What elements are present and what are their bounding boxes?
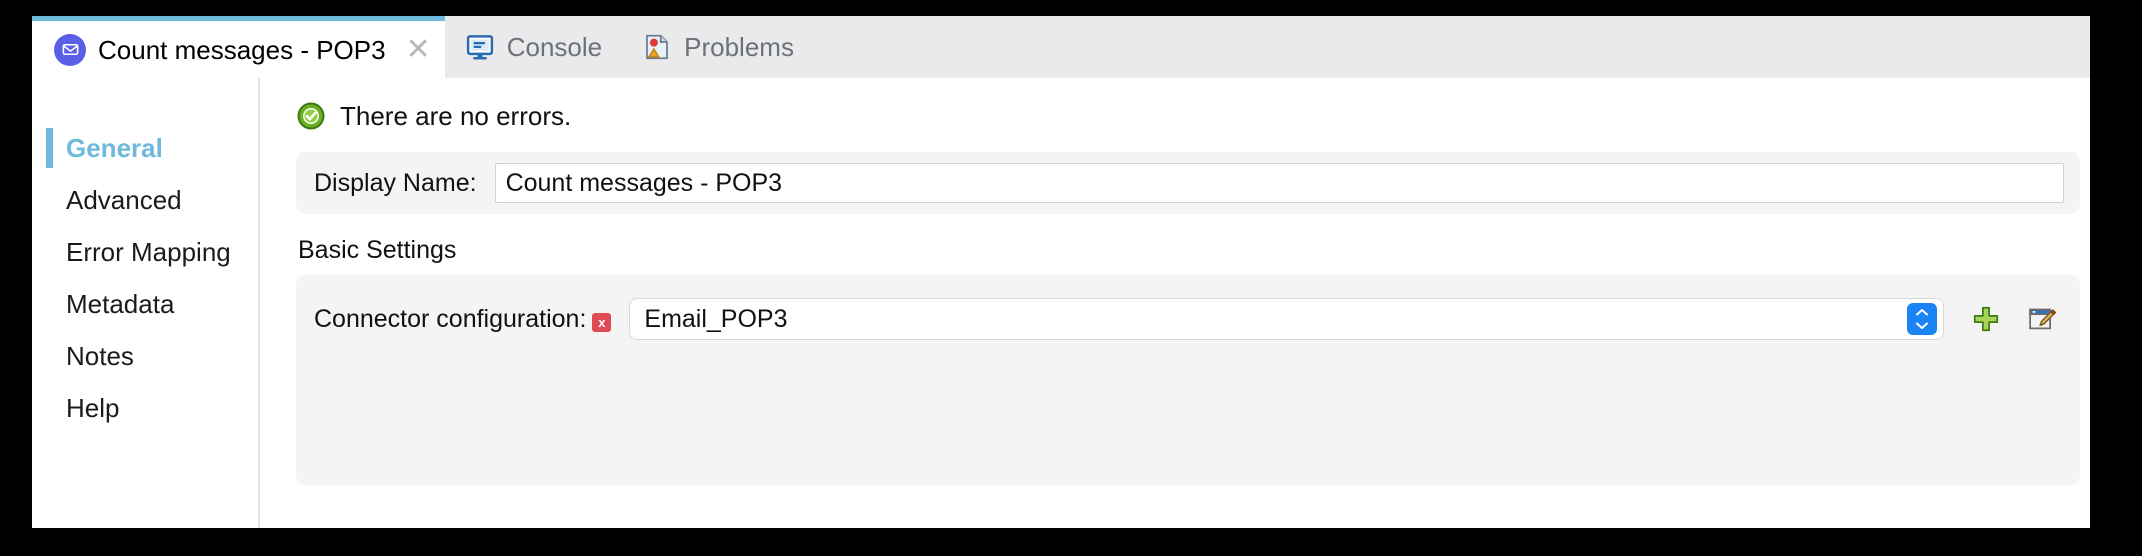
display-name-panel: Display Name: Count messages - POP3 xyxy=(296,152,2080,214)
plus-icon[interactable] xyxy=(1970,303,2002,335)
tab-label: Problems xyxy=(684,32,794,62)
envelope-icon xyxy=(54,33,86,66)
application-window: Count messages - POP3 ✕ Console Problems… xyxy=(0,0,2142,556)
console-monitor-icon xyxy=(465,32,495,62)
sidebar-item-notes[interactable]: Notes xyxy=(32,330,258,382)
sidebar-item-label: Metadata xyxy=(66,288,175,319)
tab-problems[interactable]: Problems xyxy=(622,16,814,78)
editor-tab-bar: Count messages - POP3 ✕ Console Problems xyxy=(32,16,2090,78)
close-icon[interactable]: ✕ xyxy=(406,34,431,65)
basic-settings-panel: Connector configuration: x Email_POP3 xyxy=(296,275,2080,485)
connector-selected-value: Email_POP3 xyxy=(644,304,788,333)
connector-label-group: Connector configuration: x xyxy=(314,304,612,334)
status-message: There are no errors. xyxy=(340,100,572,131)
editor-body: General Advanced Error Mapping Metadata … xyxy=(32,78,2090,528)
display-name-label: Display Name: xyxy=(314,168,477,197)
sidebar-item-metadata[interactable]: Metadata xyxy=(32,278,258,330)
sidebar-item-label: Notes xyxy=(66,340,134,371)
sidebar-item-help[interactable]: Help xyxy=(32,382,258,434)
sidebar-item-advanced[interactable]: Advanced xyxy=(32,174,258,226)
display-name-input[interactable]: Count messages - POP3 xyxy=(494,163,2064,203)
tab-label: Console xyxy=(506,32,603,62)
sidebar-item-label: Help xyxy=(66,392,120,423)
validation-status: There are no errors. xyxy=(296,98,2090,134)
tab-count-messages-pop3[interactable]: Count messages - POP3 ✕ xyxy=(32,16,445,78)
connector-configuration-select[interactable]: Email_POP3 xyxy=(629,298,1944,340)
connector-configuration-label: Connector configuration: xyxy=(314,304,587,333)
error-marker-icon: x xyxy=(592,312,612,332)
sidebar-item-label: General xyxy=(66,132,163,163)
problems-page-icon xyxy=(642,32,672,62)
sidebar-item-error-mapping[interactable]: Error Mapping xyxy=(32,226,258,278)
tab-label: Count messages - POP3 xyxy=(98,34,386,65)
settings-sidebar: General Advanced Error Mapping Metadata … xyxy=(32,78,260,528)
connector-configuration-row: Connector configuration: x Email_POP3 xyxy=(314,297,2064,341)
up-down-chevron-icon[interactable] xyxy=(1907,303,1937,335)
sidebar-item-label: Advanced xyxy=(66,184,182,215)
sidebar-item-general[interactable]: General xyxy=(32,122,258,174)
success-check-icon xyxy=(296,101,326,131)
tab-console[interactable]: Console xyxy=(445,16,622,78)
sidebar-item-label: Error Mapping xyxy=(66,236,231,267)
settings-content: There are no errors. Display Name: Count… xyxy=(260,78,2090,528)
basic-settings-title: Basic Settings xyxy=(298,236,457,264)
connector-action-buttons xyxy=(1970,303,2058,335)
edit-pencil-icon[interactable] xyxy=(2026,303,2058,335)
